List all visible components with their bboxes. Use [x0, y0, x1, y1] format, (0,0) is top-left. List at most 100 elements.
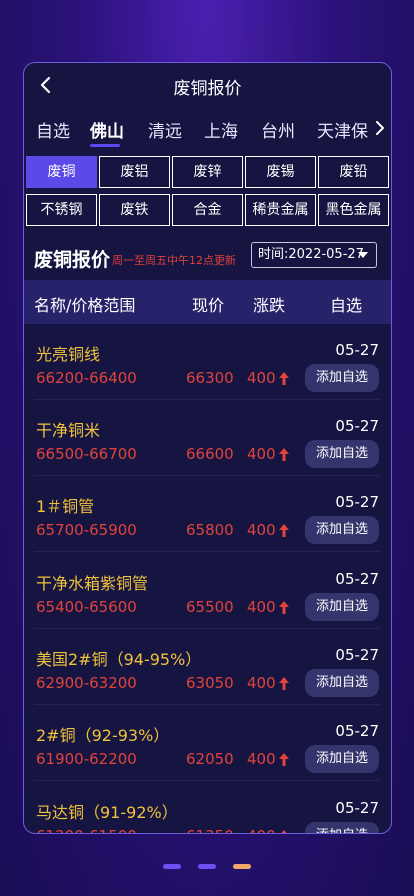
- product-name: 干净铜米: [36, 421, 101, 440]
- product-name: 干净水箱紫铜管: [36, 574, 149, 593]
- column-header-price: 现价: [192, 296, 225, 315]
- price-range: 61900-62200: [36, 750, 137, 768]
- category-8[interactable]: 稀贵金属: [245, 194, 316, 226]
- price-change: 400: [247, 521, 289, 539]
- change-value: 400: [247, 674, 276, 692]
- arrow-up-icon: [278, 372, 289, 385]
- arrow-up-icon: [278, 601, 289, 614]
- quote-date: 05-27: [335, 493, 379, 511]
- tab-city-3[interactable]: 上海: [204, 117, 238, 142]
- table-row[interactable]: 2#铜（92-93%） 05-27 61900-62200 62050 400 …: [24, 705, 391, 781]
- category-4[interactable]: 废铅: [318, 156, 389, 188]
- price-range: 62900-63200: [36, 674, 137, 692]
- add-watchlist-button[interactable]: 添加自选: [305, 440, 379, 468]
- current-price: 66600: [186, 445, 234, 463]
- price-change: 400: [247, 827, 289, 833]
- price-change: 400: [247, 674, 289, 692]
- category-7[interactable]: 合金: [172, 194, 243, 226]
- tab-city-0[interactable]: 自选: [36, 117, 70, 142]
- page-dot[interactable]: [198, 864, 216, 869]
- tab-city-4[interactable]: 台州: [261, 117, 295, 142]
- quote-date: 05-27: [335, 799, 379, 817]
- active-tab-indicator: [90, 144, 120, 147]
- column-header-change: 涨跌: [253, 296, 286, 315]
- price-range: 61200-61500: [36, 827, 137, 833]
- tab-city-1[interactable]: 佛山: [90, 117, 124, 142]
- product-name: 美国2#铜（94-95%）: [36, 650, 202, 669]
- category-3[interactable]: 废锡: [245, 156, 316, 188]
- column-header-watch: 自选: [330, 296, 363, 315]
- quote-date: 05-27: [335, 417, 379, 435]
- price-range: 65400-65600: [36, 598, 137, 616]
- change-value: 400: [247, 750, 276, 768]
- add-watchlist-button[interactable]: 添加自选: [305, 516, 379, 544]
- page-dot-active[interactable]: [233, 864, 251, 869]
- category-0[interactable]: 废铜: [26, 156, 97, 188]
- add-watchlist-button[interactable]: 添加自选: [305, 593, 379, 621]
- table-row[interactable]: 干净铜米 05-27 66500-66700 66600 400 添加自选: [24, 400, 391, 476]
- arrow-up-icon: [278, 677, 289, 690]
- price-change: 400: [247, 750, 289, 768]
- date-label: 时间:2022-05-27: [258, 247, 364, 262]
- current-price: 61350: [186, 827, 234, 833]
- quote-date: 05-27: [335, 722, 379, 740]
- category-6[interactable]: 废铁: [99, 194, 170, 226]
- table-row[interactable]: 美国2#铜（94-95%） 05-27 62900-63200 63050 40…: [24, 629, 391, 705]
- page-indicator: [0, 864, 414, 870]
- page-title: 废铜报价: [173, 79, 242, 99]
- arrow-up-icon: [278, 753, 289, 766]
- change-value: 400: [247, 521, 276, 539]
- category-9[interactable]: 黑色金属: [318, 194, 389, 226]
- row-divider: [34, 551, 381, 552]
- product-name: 光亮铜线: [36, 345, 101, 364]
- date-picker[interactable]: 时间:2022-05-27: [251, 242, 377, 268]
- table-row[interactable]: 马达铜（91-92%） 05-27 61200-61500 61350 400 …: [24, 782, 391, 833]
- update-note: 周一至周五中午12点更新: [112, 254, 236, 267]
- category-2[interactable]: 废锌: [172, 156, 243, 188]
- column-header-name: 名称/价格范围: [34, 296, 136, 315]
- city-tabs: 自选 佛山 清远 上海 台州 天津保: [24, 113, 391, 157]
- tab-city-2[interactable]: 清远: [148, 117, 182, 142]
- current-price: 63050: [186, 674, 234, 692]
- quote-date: 05-27: [335, 570, 379, 588]
- table-row[interactable]: 1＃铜管 05-27 65700-65900 65800 400 添加自选: [24, 476, 391, 552]
- page-dot[interactable]: [163, 864, 181, 869]
- quote-date: 05-27: [335, 341, 379, 359]
- price-range: 65700-65900: [36, 521, 137, 539]
- chevron-right-icon[interactable]: [369, 115, 391, 141]
- current-price: 62050: [186, 750, 234, 768]
- product-name: 1＃铜管: [36, 497, 95, 516]
- change-value: 400: [247, 369, 276, 387]
- add-watchlist-button[interactable]: 添加自选: [305, 822, 379, 833]
- caret-down-icon: [358, 252, 368, 258]
- quote-date: 05-27: [335, 646, 379, 664]
- section-header: 废铜报价 周一至周五中午12点更新 时间:2022-05-27: [24, 239, 391, 275]
- arrow-up-icon: [278, 448, 289, 461]
- product-name: 马达铜（91-92%）: [36, 803, 178, 822]
- nav-bar: 废铜报价: [24, 63, 391, 107]
- add-watchlist-button[interactable]: 添加自选: [305, 364, 379, 392]
- price-change: 400: [247, 445, 289, 463]
- price-change: 400: [247, 369, 289, 387]
- row-divider: [34, 780, 381, 781]
- arrow-up-icon: [278, 524, 289, 537]
- quote-card: 废铜报价 自选 佛山 清远 上海 台州 天津保 废铜 废铝 废锌 废锡 废铅 不…: [23, 62, 392, 834]
- category-5[interactable]: 不锈钢: [26, 194, 97, 226]
- current-price: 66300: [186, 369, 234, 387]
- price-change: 400: [247, 598, 289, 616]
- current-price: 65800: [186, 521, 234, 539]
- table-row[interactable]: 干净水箱紫铜管 05-27 65400-65600 65500 400 添加自选: [24, 553, 391, 629]
- product-name: 2#铜（92-93%）: [36, 726, 170, 745]
- change-value: 400: [247, 445, 276, 463]
- table-row[interactable]: 光亮铜线 05-27 66200-66400 66300 400 添加自选: [24, 324, 391, 400]
- add-watchlist-button[interactable]: 添加自选: [305, 745, 379, 773]
- price-range: 66200-66400: [36, 369, 137, 387]
- price-range: 66500-66700: [36, 445, 137, 463]
- change-value: 400: [247, 827, 276, 833]
- section-title: 废铜报价: [34, 249, 111, 271]
- arrow-up-icon: [281, 830, 287, 833]
- add-watchlist-button[interactable]: 添加自选: [305, 669, 379, 697]
- category-1[interactable]: 废铝: [99, 156, 170, 188]
- current-price: 65500: [186, 598, 234, 616]
- tab-city-5[interactable]: 天津保: [317, 117, 368, 142]
